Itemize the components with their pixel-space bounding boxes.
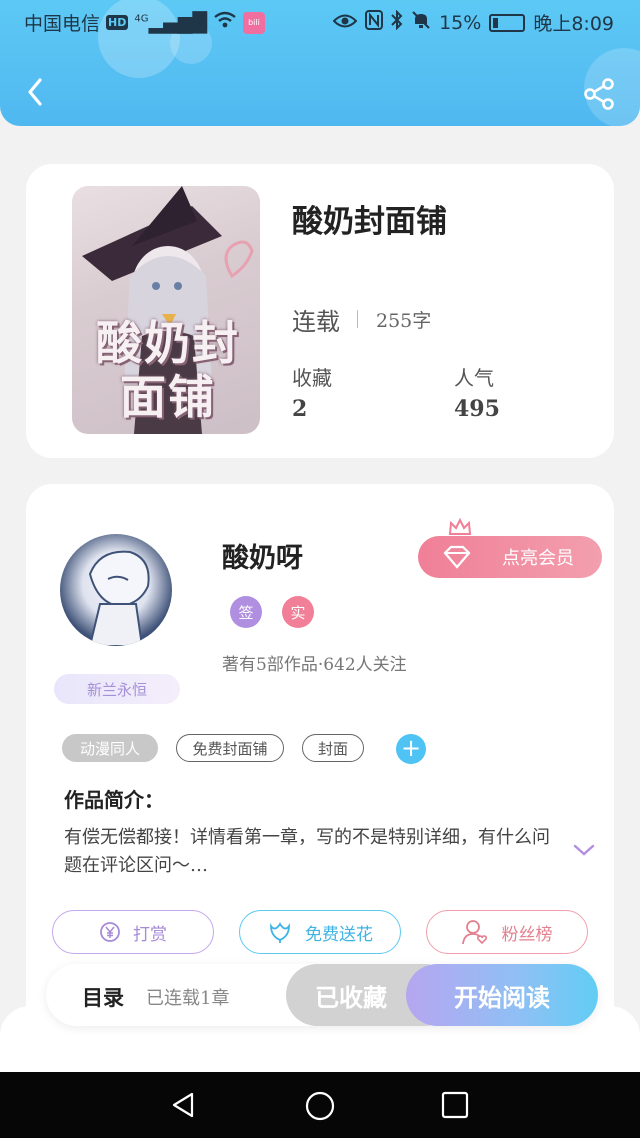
add-tag-button[interactable]: + bbox=[396, 734, 426, 764]
favorites-value: 2 bbox=[292, 396, 308, 422]
reward-button[interactable]: 打赏 bbox=[52, 910, 214, 954]
word-count: 255字 bbox=[376, 310, 432, 332]
signal-icon: 4G▂▄▆█ bbox=[134, 11, 207, 34]
share-button[interactable] bbox=[580, 74, 620, 114]
book-cover[interactable]: 酸奶封面铺 bbox=[72, 186, 260, 434]
status-bar: 中国电信 HD 4G▂▄▆█ bili 15% 晚上8:09 bbox=[0, 0, 640, 44]
popularity-label: 人气 bbox=[454, 366, 494, 390]
clock: 晚上8:09 bbox=[533, 13, 614, 35]
flower-icon bbox=[270, 922, 290, 943]
wifi-icon bbox=[213, 11, 237, 34]
fans-ranking-button[interactable]: 粉丝榜 bbox=[426, 910, 588, 954]
intro-text: 有偿无偿都接！详情看第一章，写的不是特别详细，有什么问题在评论区问～… bbox=[64, 827, 550, 876]
eye-icon bbox=[332, 12, 358, 34]
yen-coin-icon bbox=[100, 922, 120, 942]
fan-title-badge: 新兰永恒 bbox=[54, 674, 180, 704]
tag-item[interactable]: 动漫同人 bbox=[62, 734, 158, 762]
battery-percent: 15% bbox=[439, 11, 482, 34]
cover-title-text: 酸奶封面铺 bbox=[96, 316, 240, 424]
bottom-action-bar: 目录 已连载1章 已收藏 开始阅读 bbox=[46, 964, 598, 1026]
start-reading-label: 开始阅读 bbox=[454, 982, 550, 1012]
back-button[interactable] bbox=[18, 72, 54, 112]
nav-back-icon[interactable] bbox=[168, 1090, 198, 1120]
chapter-count: 已连载1章 bbox=[146, 988, 230, 1009]
user-heart-icon bbox=[461, 920, 487, 945]
fans-ranking-label: 粉丝榜 bbox=[501, 924, 553, 945]
chevron-down-icon[interactable] bbox=[570, 840, 598, 860]
tag-item[interactable]: 封面 bbox=[302, 734, 364, 762]
mute-icon bbox=[411, 10, 431, 35]
book-title: 酸奶封面铺 bbox=[292, 204, 447, 240]
bilibili-icon: bili bbox=[242, 11, 265, 34]
tag-item[interactable]: 免费封面铺 bbox=[176, 734, 284, 762]
header: 中国电信 HD 4G▂▄▆█ bili 15% 晚上8:09 bbox=[0, 0, 640, 126]
divider bbox=[357, 310, 358, 328]
hd-icon: HD bbox=[106, 15, 129, 30]
reward-label: 打赏 bbox=[133, 924, 167, 945]
send-flower-button[interactable]: 免费送花 bbox=[239, 910, 401, 954]
nav-recents-icon[interactable] bbox=[440, 1090, 470, 1120]
intro-heading: 作品简介： bbox=[64, 788, 164, 812]
nav-home-icon[interactable] bbox=[304, 1090, 336, 1122]
system-nav-bar bbox=[0, 1072, 640, 1138]
book-info-card: 酸奶封面铺 酸奶封面铺 连载 255字 收藏 2 人气 495 bbox=[26, 164, 614, 458]
battery-icon bbox=[489, 13, 526, 32]
avatar[interactable] bbox=[60, 534, 172, 646]
collected-label: 已收藏 bbox=[315, 982, 387, 1012]
author-stats: 著有5部作品·642人关注 bbox=[222, 655, 407, 675]
share-icon bbox=[584, 78, 614, 110]
verified-badge: 实 bbox=[282, 596, 314, 628]
send-flower-label: 免费送花 bbox=[305, 924, 373, 945]
popularity-value: 495 bbox=[454, 396, 500, 422]
author-card: 新兰永恒 酸奶呀 点亮会员 签 实 著有5部作品·642人关注 动漫同人 免费封… bbox=[26, 484, 614, 1044]
diamond-icon bbox=[443, 545, 471, 569]
favorites-label: 收藏 bbox=[292, 366, 332, 390]
toc-button[interactable]: 目录 bbox=[82, 982, 124, 1012]
avatar-illustration bbox=[88, 550, 150, 646]
book-status: 连载 bbox=[292, 308, 340, 336]
start-reading-button[interactable]: 开始阅读 bbox=[406, 964, 598, 1026]
carrier-label: 中国电信 bbox=[24, 13, 101, 35]
bluetooth-icon bbox=[391, 9, 403, 35]
vip-button-label: 点亮会员 bbox=[502, 548, 574, 569]
nfc-icon bbox=[365, 10, 384, 35]
vip-activate-button[interactable]: 点亮会员 bbox=[418, 536, 602, 578]
author-name[interactable]: 酸奶呀 bbox=[222, 536, 303, 575]
chevron-left-icon bbox=[28, 78, 42, 106]
signed-badge: 签 bbox=[230, 596, 262, 628]
crown-icon bbox=[448, 518, 472, 535]
